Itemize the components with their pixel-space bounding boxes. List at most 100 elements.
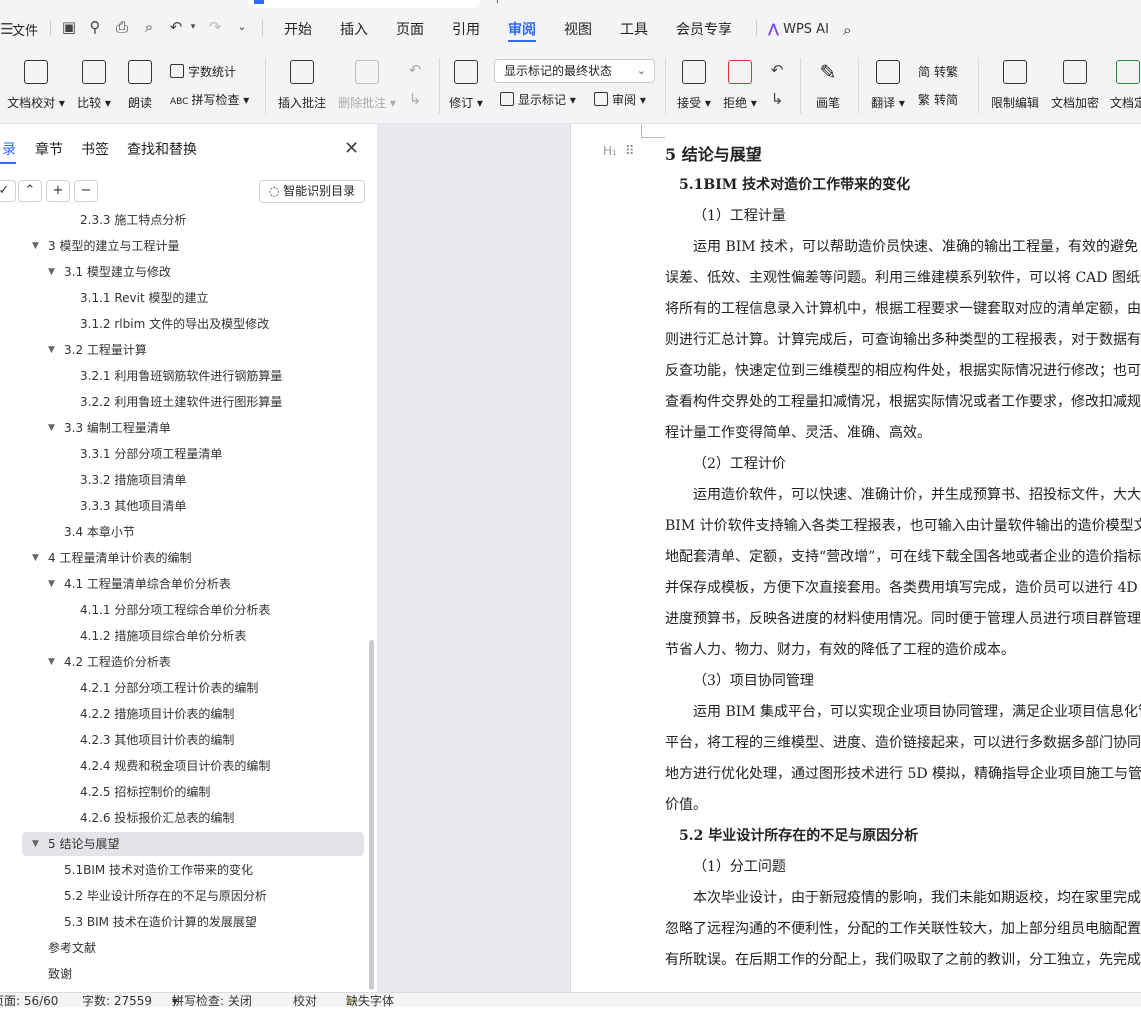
toc-item[interactable]: 3.2.1 利用鲁班钢筋软件进行钢筋算量 [0, 364, 368, 388]
document-page: H₁ ⠿ 5 结论与展望 5.1BIM 技术对造价工作带来的变化 （1）工程计量 运用… [570, 124, 1141, 992]
track-changes-button[interactable]: 修订 ▾ [448, 60, 484, 111]
restrict-edit-button[interactable]: 限制编辑 [990, 60, 1040, 111]
smart-toc-button[interactable]: ◌ 智能识别目录 [259, 180, 365, 203]
toc-item[interactable]: 4.1.1 分部分项工程综合单价分析表 [0, 598, 368, 622]
search-icon[interactable]: ⌕ [843, 20, 851, 42]
prev-comment-icon[interactable]: ↶ [406, 61, 424, 79]
spell-check-button[interactable]: ABC 拼写检查 ▾ [170, 91, 249, 108]
doc-line: 地方进行优化处理，通过图形技术进行 5D 模拟，精确指导企业项目施工与管 [665, 766, 1141, 782]
toc-item[interactable]: 5.2 毕业设计所存在的不足与原因分析 [0, 884, 368, 908]
toc-item[interactable]: 4.2.3 其他项目计价表的编制 [0, 728, 368, 752]
toc-item[interactable]: 3.3.3 其他项目清单 [0, 494, 368, 518]
review-pane-button[interactable]: 审阅 ▾ [594, 91, 646, 108]
tab-member[interactable]: 会员专享 [676, 20, 732, 42]
toc-item[interactable]: 3.3.1 分部分项工程量清单 [0, 442, 368, 466]
toc-item[interactable]: 3.2.2 利用鲁班土建软件进行图形算量 [0, 390, 368, 414]
toc-item[interactable]: 3.4 本章小节 [0, 520, 368, 544]
toc-item[interactable]: ▼ 3 模型的建立与工程计量 [0, 234, 368, 258]
expand-arrow-icon[interactable]: ▼ [32, 546, 44, 570]
toc-item-label: 5.3 BIM 技术在造价计算的发展展望 [64, 915, 257, 929]
tab-references[interactable]: 引用 [452, 20, 480, 42]
show-markup-icon [500, 92, 514, 106]
toc-item-label: 3.2.2 利用鲁班土建软件进行图形算量 [80, 395, 283, 409]
toc-item[interactable]: 5.3 BIM 技术在造价计算的发展展望 [0, 910, 368, 934]
close-icon[interactable]: ✕ [344, 138, 359, 159]
compare-button[interactable]: 比较 ▾ [76, 60, 112, 111]
doc-line: 运用造价软件，可以快速、准确计价，并生成预算书、招投标文件，大大减 [693, 487, 1141, 503]
next-change-icon[interactable]: ↳ [768, 90, 786, 108]
tab-toc[interactable]: 目录 [0, 139, 16, 159]
toc-item[interactable]: 2.3.3 施工特点分析 [0, 212, 368, 232]
expand-arrow-icon[interactable]: ▼ [32, 234, 44, 258]
pen-button[interactable]: ✎ 画笔 [812, 60, 844, 111]
remove-level-icon[interactable]: − [74, 180, 98, 202]
show-markup-button[interactable]: 显示标记 ▾ [500, 91, 576, 108]
tab-home[interactable]: 开始 [284, 20, 312, 42]
toc-item[interactable]: ▼ 3.1 模型建立与修改 [0, 260, 368, 284]
read-aloud-label: 朗读 [127, 96, 152, 110]
expand-arrow-icon[interactable]: ▼ [32, 832, 44, 856]
delete-comment-button[interactable]: 删除批注 ▾ [338, 60, 396, 111]
new-tab-icon[interactable]: + [492, 0, 503, 7]
encrypt-button[interactable]: 文档加密 [1050, 60, 1100, 111]
tab-find-replace[interactable]: 查找和替换 [127, 139, 197, 159]
track-changes-icon [454, 60, 478, 84]
toc-item[interactable]: ▼ 4.2 工程造价分析表 [0, 650, 368, 674]
prev-change-icon[interactable]: ↶ [768, 61, 786, 79]
reject-button[interactable]: 拒绝 ▾ [722, 60, 758, 111]
tab-review[interactable]: 审阅 [508, 20, 536, 42]
translate-button[interactable]: 翻译 ▾ [870, 60, 906, 111]
toc-item[interactable]: ▼ 3.3 编制工程量清单 [0, 416, 368, 440]
toc-item[interactable]: 3.1.2 rlbim 文件的导出及模型修改 [0, 312, 368, 336]
heading-marker-icon[interactable]: H₁ [603, 144, 617, 158]
toc-item[interactable]: 4.1.2 措施项目综合单价分析表 [0, 624, 368, 648]
toc-item[interactable]: 3.1.1 Revit 模型的建立 [0, 286, 368, 310]
to-simplified-button[interactable]: 繁转简 [918, 91, 958, 108]
toc-item[interactable]: 3.3.2 措施项目清单 [0, 468, 368, 492]
toc-item[interactable]: 4.2.5 招标控制价的编制 [0, 780, 368, 804]
insert-comment-button[interactable]: 插入批注 [276, 60, 328, 111]
toc-item[interactable]: 4.2.4 规费和税金项目计价表的编制 [0, 754, 368, 778]
toc-item[interactable]: 4.2.2 措施项目计价表的编制 [0, 702, 368, 726]
title-menu-bar: + ☰ 文件 ▣ ⚲ ⎙ ⌕ ↶ ▾ ↷ ⌄ 开始 插入 页面 引用 审阅 视图… [0, 0, 1141, 50]
read-aloud-button[interactable]: 朗读 [124, 60, 156, 111]
doc-more-button[interactable]: 文档定 [1110, 60, 1141, 111]
toc-scrollbar[interactable] [369, 640, 374, 990]
next-comment-icon[interactable]: ↳ [406, 90, 424, 108]
word-count-button[interactable]: 字数统计 [170, 63, 236, 80]
expand-arrow-icon[interactable]: ▼ [48, 416, 60, 440]
accept-button[interactable]: 接受 ▾ [676, 60, 712, 111]
tab-bookmarks[interactable]: 书签 [81, 139, 109, 159]
drag-handle-icon[interactable]: ⠿ [625, 144, 634, 159]
toc-item[interactable]: 4.2.6 投标报价汇总表的编制 [0, 806, 368, 830]
expand-arrow-icon[interactable]: ▼ [48, 338, 60, 362]
document-tab[interactable] [248, 0, 480, 8]
collapse-up-icon[interactable]: ⌃ [18, 180, 42, 202]
tab-insert[interactable]: 插入 [340, 20, 368, 42]
proofread-button[interactable]: 文档校对 ▾ [6, 60, 66, 111]
expand-arrow-icon[interactable]: ▼ [48, 650, 60, 674]
proofread-label: 文档校对 [7, 96, 56, 110]
tab-view[interactable]: 视图 [564, 20, 592, 42]
expand-arrow-icon[interactable]: ▼ [48, 572, 60, 596]
wps-ai-button[interactable]: ⋀ WPS AI [768, 20, 829, 42]
toc-item[interactable]: 5.1BIM 技术对造价工作带来的变化 [0, 858, 368, 882]
doc-line: 反查功能，快速定位到三维模型的相应构件处，根据实际情况进行修改；也可利 [665, 363, 1141, 379]
toc-item[interactable]: ▼ 4 工程量清单计价表的编制 [0, 546, 368, 570]
tab-tools[interactable]: 工具 [620, 20, 648, 42]
expand-arrow-icon[interactable]: ▼ [48, 260, 60, 284]
expand-all-icon[interactable]: ✓ [0, 180, 16, 202]
encrypt-label: 文档加密 [1050, 96, 1099, 110]
to-traditional-button[interactable]: 简转繁 [918, 63, 958, 80]
doc-line: （1）工程计量 [693, 208, 786, 224]
tab-sections[interactable]: 章节 [35, 139, 63, 159]
toc-item[interactable]: ▼ 5 结论与展望 [22, 832, 364, 856]
add-level-icon[interactable]: + [46, 180, 70, 202]
markup-state-select[interactable]: 显示标记的最终状态 ⌄ [494, 59, 655, 83]
toc-item[interactable]: ▼ 3.2 工程量计算 [0, 338, 368, 362]
tab-page[interactable]: 页面 [396, 20, 424, 42]
toc-item[interactable]: 参考文献 [0, 936, 368, 960]
toc-item[interactable]: 4.2.1 分部分项工程计价表的编制 [0, 676, 368, 700]
toc-item[interactable]: 致谢 [0, 962, 368, 986]
toc-item[interactable]: ▼ 4.1 工程量清单综合单价分析表 [0, 572, 368, 596]
